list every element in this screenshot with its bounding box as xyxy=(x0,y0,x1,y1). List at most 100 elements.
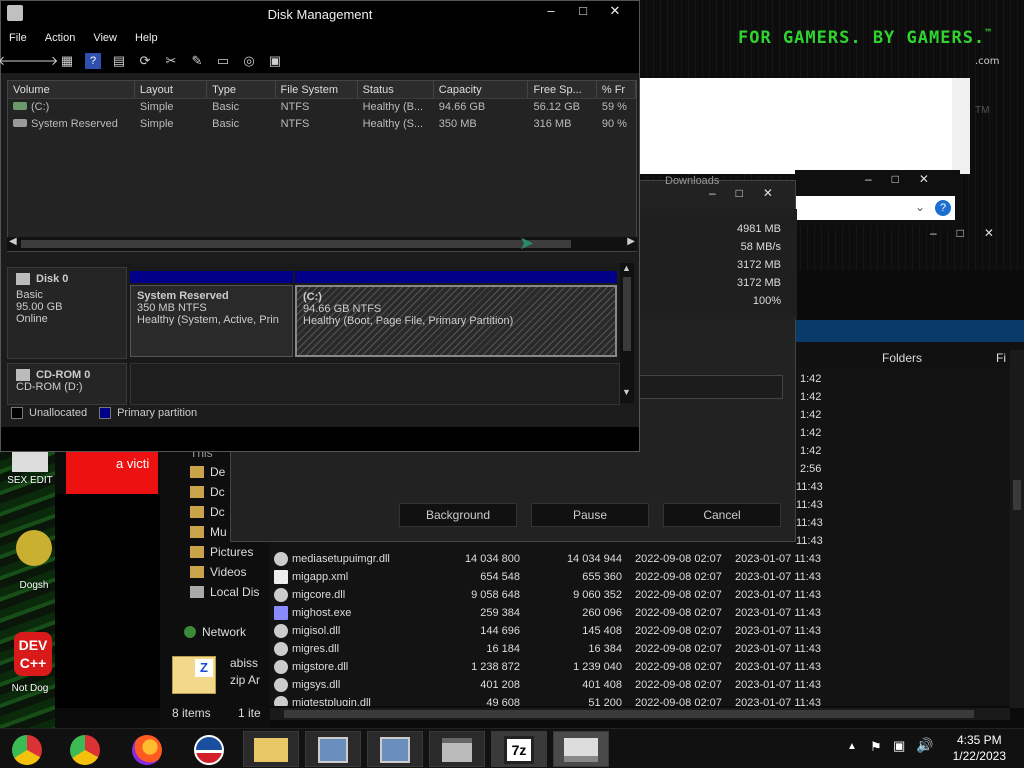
search-icon[interactable]: ◎ xyxy=(241,53,257,69)
firefox-icon[interactable] xyxy=(132,735,162,765)
file-row[interactable]: migcore.dll 9 058 648 9 060 352 2022-09-08 … xyxy=(270,586,1010,604)
column-header-type[interactable]: Type xyxy=(207,81,276,98)
back-arrow-icon[interactable]: 🡐 xyxy=(0,53,32,69)
column-header-layout[interactable]: Layout xyxy=(135,81,208,98)
nav-item-network[interactable]: Network xyxy=(184,625,246,639)
file-pane-header: Folders Fi xyxy=(796,320,1024,368)
volume-row-c[interactable]: (C:) Simple Basic NTFS Healthy (B... 94.… xyxy=(8,99,636,116)
partition-c[interactable]: (C:) 94.66 GB NTFS Healthy (Boot, Page F… xyxy=(295,285,617,357)
partition-status: Healthy (System, Active, Prin xyxy=(137,314,279,326)
scroll-left-icon[interactable]: ◀ xyxy=(9,236,17,247)
maximize-icon[interactable]: □ xyxy=(567,3,599,19)
console-tree-icon[interactable]: ▦ xyxy=(59,53,75,69)
cdrom-partition-empty[interactable] xyxy=(130,363,620,405)
nav-item-desktop[interactable]: De xyxy=(190,465,225,479)
file-row[interactable]: migapp.xml 654 548 655 360 2022-09-08 02:07… xyxy=(270,568,1010,586)
menu-action[interactable]: Action xyxy=(45,32,76,44)
file-alloc-size: 1 239 040 xyxy=(573,661,622,673)
file-row[interactable]: mediasetupuimgr.dll 14 034 800 14 034 944 2… xyxy=(270,550,1010,568)
disk-cleanup-button[interactable] xyxy=(429,731,485,767)
file-list-vscroll[interactable] xyxy=(1010,350,1024,708)
desktop-icon-dogsh[interactable] xyxy=(16,530,52,566)
scrollbar-thumb[interactable] xyxy=(284,710,974,718)
column-header-file-system[interactable]: File System xyxy=(276,81,358,98)
desktop-icon-label: Not Dog xyxy=(11,683,49,694)
chevron-down-icon[interactable]: ⌄ xyxy=(915,200,925,214)
close-icon[interactable]: ✕ xyxy=(599,3,631,19)
settings-icon[interactable]: ▣ xyxy=(267,53,283,69)
scrollbar-thumb[interactable] xyxy=(21,240,571,248)
desktop-icon-dev-cpp[interactable]: DEV C++ xyxy=(14,632,52,676)
path-bar[interactable] xyxy=(796,320,1024,342)
cancel-button[interactable]: Cancel xyxy=(663,503,781,527)
pause-button[interactable]: Pause xyxy=(531,503,649,527)
column-header-status[interactable]: Status xyxy=(358,81,434,98)
disk-management-button[interactable] xyxy=(553,731,609,767)
minimize-icon[interactable]: – xyxy=(535,3,567,19)
file-list-hscroll[interactable] xyxy=(270,708,1010,720)
file-row[interactable]: migsys.dll 401 208 401 408 2022-09-08 02:07… xyxy=(270,676,1010,694)
help-icon[interactable]: ? xyxy=(935,200,951,216)
file-row[interactable]: migstore.dll 1 238 872 1 239 040 2022-09-08… xyxy=(270,658,1010,676)
disk-view-vscroll[interactable]: ▲ ▼ xyxy=(620,263,634,403)
zip-archive-icon[interactable]: Z xyxy=(172,656,216,694)
setup-button-2[interactable] xyxy=(367,731,423,767)
scrollbar-thumb[interactable] xyxy=(1013,480,1021,510)
flag-icon[interactable]: ⚑ xyxy=(870,739,882,755)
show-hidden-icons-icon[interactable]: ▲ xyxy=(847,741,857,752)
menu-file[interactable]: File xyxy=(9,32,27,44)
nav-item-downloads[interactable]: Dc xyxy=(190,505,225,519)
nav-item-music[interactable]: Mu xyxy=(190,525,227,539)
nav-item-videos[interactable]: Videos xyxy=(190,565,246,579)
file-row[interactable]: migisol.dll 144 696 145 408 2022-09-08 02:0… xyxy=(270,622,1010,640)
file-row[interactable]: mighost.exe 259 384 260 096 2022-09-08 02:0… xyxy=(270,604,1010,622)
forward-arrow-icon[interactable]: 🡒 xyxy=(24,53,59,69)
column-header-capacity[interactable]: Capacity xyxy=(434,81,529,98)
column-header-percent-free[interactable]: % Fr xyxy=(597,81,636,98)
chrome-icon[interactable] xyxy=(12,735,42,765)
nav-item-local-disk[interactable]: Local Dis xyxy=(190,585,259,599)
volume-list-hscroll[interactable]: ◀ ▶ xyxy=(7,236,637,251)
obama-logo-icon[interactable] xyxy=(194,735,224,765)
type-cell: Basic xyxy=(212,101,240,113)
delete-icon[interactable]: ✂ xyxy=(163,53,179,69)
volume-icon[interactable]: 🔊 xyxy=(916,737,933,754)
scroll-up-icon[interactable]: ▲ xyxy=(622,263,631,273)
nav-item-documents[interactable]: Dc xyxy=(190,485,225,499)
scrollbar-thumb[interactable] xyxy=(623,277,631,351)
refresh-icon[interactable]: ⟳ xyxy=(137,53,153,69)
menu-view[interactable]: View xyxy=(93,32,117,44)
chrome-icon[interactable] xyxy=(70,735,100,765)
network-icon[interactable]: ▣ xyxy=(893,738,905,754)
file-column-header[interactable]: Fi xyxy=(996,351,1006,365)
folders-column-header[interactable]: Folders xyxy=(882,351,922,365)
help-icon[interactable]: ? xyxy=(85,53,101,69)
gear-icon xyxy=(274,696,288,706)
column-header-volume[interactable]: Volume xyxy=(8,81,135,98)
cdrom-0-label[interactable]: CD-ROM 0 CD-ROM (D:) xyxy=(7,363,127,405)
partition-system-reserved[interactable]: System Reserved 350 MB NTFS Healthy (Sys… xyxy=(130,285,293,357)
title-bar[interactable]: Disk Management – □ ✕ xyxy=(1,1,639,27)
volume-row-system-reserved[interactable]: System Reserved Simple Basic NTFS Health… xyxy=(8,116,636,133)
file-row[interactable]: migtestplugin.dll 49 608 51 200 2022-09-08 … xyxy=(270,694,1010,706)
disk-0-label[interactable]: Disk 0 Basic 95.00 GB Online xyxy=(7,267,127,359)
file-explorer-button[interactable] xyxy=(243,731,299,767)
setup-button[interactable] xyxy=(305,731,361,767)
browser-address-bar[interactable] xyxy=(795,196,955,220)
7zip-button[interactable]: 7z xyxy=(491,731,547,767)
menu-help[interactable]: Help xyxy=(135,32,158,44)
file-row[interactable]: migres.dll 16 184 16 384 2022-09-08 02:07 20… xyxy=(270,640,1010,658)
cdrom-drive: CD-ROM (D:) xyxy=(16,381,83,394)
scroll-right-icon[interactable]: ▶ xyxy=(627,236,635,247)
column-header-free-space[interactable]: Free Sp... xyxy=(528,81,597,98)
edit-icon[interactable]: ✎ xyxy=(189,53,205,69)
disk-state: Online xyxy=(16,313,48,326)
clock[interactable]: 4:35 PM 1/22/2023 xyxy=(953,732,1006,764)
gear-icon xyxy=(274,678,288,692)
scroll-down-icon[interactable]: ▼ xyxy=(622,387,631,397)
open-folder-icon[interactable]: ▭ xyxy=(215,53,231,69)
nav-item-pictures[interactable]: Pictures xyxy=(190,545,253,559)
background-button[interactable]: Background xyxy=(399,503,517,527)
properties-icon[interactable]: ▤ xyxy=(111,53,127,69)
wallpaper-slogan: FOR GAMERS. BY GAMERS.™ xyxy=(738,28,993,48)
